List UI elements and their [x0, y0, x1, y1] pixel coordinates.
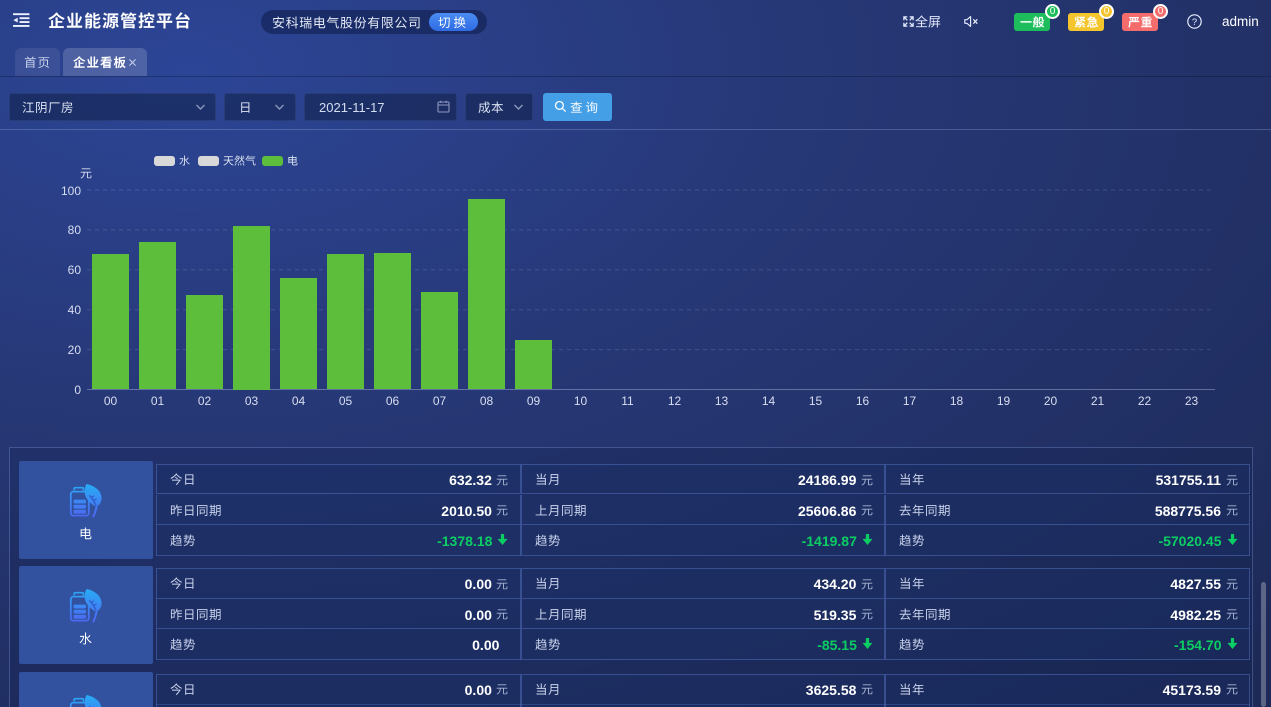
svg-text:?: ? [1192, 17, 1197, 28]
